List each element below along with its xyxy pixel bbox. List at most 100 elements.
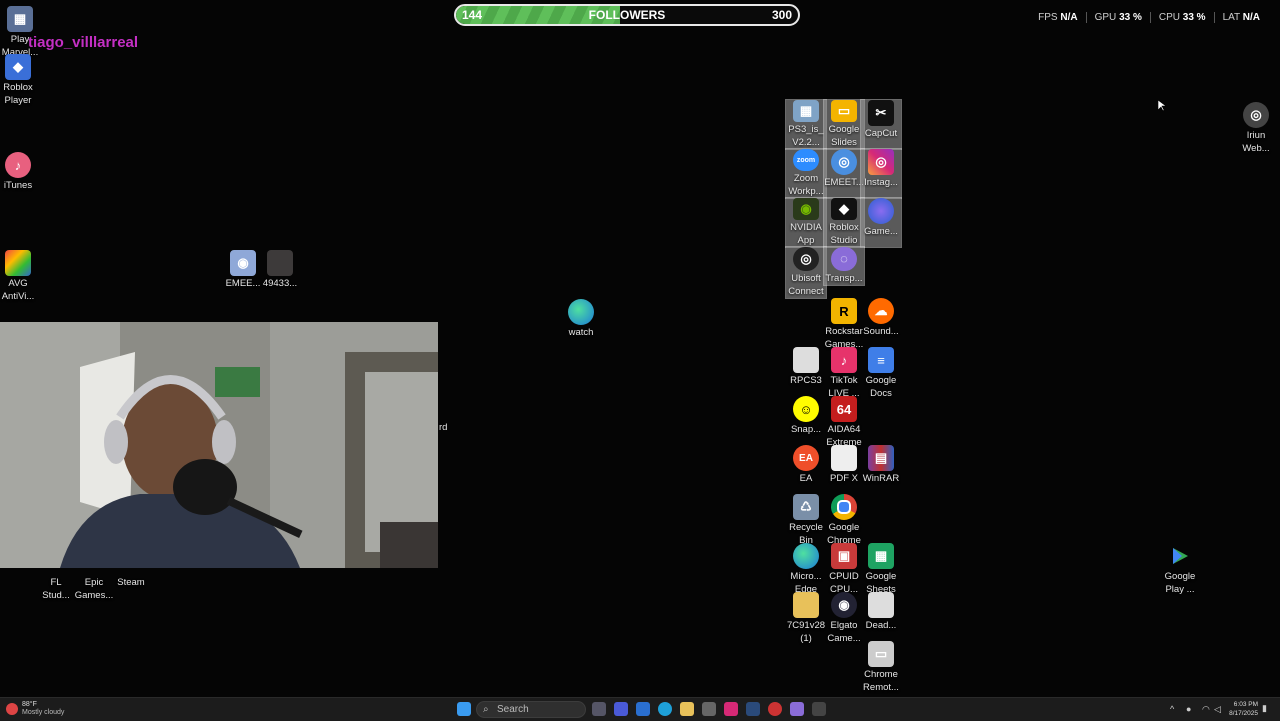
app-icon-1[interactable] (614, 702, 628, 716)
chrome-remote-shortcut[interactable]: ▭ Chrome Remot... (861, 641, 901, 694)
instagram-taskbar-icon[interactable] (724, 702, 738, 716)
transp-shortcut[interactable]: ◌ Transp... (823, 246, 865, 286)
itunes-shortcut[interactable]: ♪ iTunes (0, 152, 38, 193)
emeet-icon: ◉ (230, 250, 256, 276)
chrome-icon (831, 494, 857, 520)
roblox-player-shortcut[interactable]: ◆ Roblox Player (0, 54, 38, 107)
steam-shortcut[interactable]: Steam (111, 549, 151, 590)
google-chrome-shortcut[interactable]: Google Chrome (824, 494, 864, 547)
store-icon[interactable] (702, 702, 716, 716)
follower-goal-bar: 144 FOLLOWERS 300 (454, 4, 800, 26)
search-icon: ⌕ (483, 704, 489, 715)
emeet-shortcut-2[interactable]: ◎ EMEET... (823, 148, 865, 199)
stat-gpu: GPU 33 % (1085, 12, 1150, 23)
zoom-icon: zoom (793, 149, 819, 171)
streamer-username: tiago_villlarreal (28, 34, 139, 51)
play-marvel-shortcut[interactable]: ▦ Play Marvel... (0, 6, 40, 59)
iriun-webcam-shortcut[interactable]: ◎ Iriun Web... (1236, 102, 1276, 155)
start-button-icon[interactable] (457, 702, 471, 716)
game-icon (868, 198, 894, 224)
rpcs3-shortcut[interactable]: RPCS3 (786, 347, 826, 388)
edge-icon (568, 299, 594, 325)
steam-taskbar-icon[interactable] (746, 702, 760, 716)
app-icon-3[interactable] (790, 702, 804, 716)
google-slides-icon: ▭ (831, 100, 857, 122)
game-shortcut[interactable]: Game... (860, 197, 902, 248)
snapchat-icon: ☺ (793, 396, 819, 422)
emeet-shortcut-1[interactable]: ◉ EMEE... (223, 250, 263, 291)
rockstar-icon: R (831, 298, 857, 324)
google-sheets-shortcut[interactable]: ▦ Google Sheets (861, 543, 901, 596)
ps3-icon: ▦ (793, 100, 819, 122)
elgato-camera-shortcut[interactable]: ◉ Elgato Came... (824, 592, 864, 645)
tiktok-icon: ♪ (831, 347, 857, 373)
taskbar: 88°F Mostly cloudy ⌕ Search ^ ● ◠ ◁ 6:03… (0, 697, 1280, 721)
microsoft-edge-shortcut[interactable]: Micro... Edge (786, 543, 826, 596)
taskbar-clock[interactable]: 6:03 PM 8/17/2025 (1228, 700, 1258, 718)
cpuid-icon: ▣ (831, 543, 857, 569)
dead-shortcut[interactable]: Dead... (861, 592, 901, 633)
aida64-shortcut[interactable]: 64 AIDA64 Extreme (824, 396, 864, 449)
epic-games-icon (81, 549, 107, 575)
volume-icon[interactable]: ◁ (1214, 704, 1221, 715)
fl-studio-shortcut[interactable]: FL Stud... (36, 549, 76, 602)
microphone-icon[interactable]: ● (1186, 704, 1191, 714)
file-49433-shortcut[interactable]: 49433... (260, 250, 300, 291)
avg-shortcut[interactable]: AVG AntiVi... (0, 250, 38, 303)
tiktok-live-shortcut[interactable]: ♪ TikTok LIVE ... (824, 347, 864, 400)
folder-7c91v28-shortcut[interactable]: 7C91v28 (1) (786, 592, 826, 645)
app-icon-2[interactable] (636, 702, 650, 716)
itunes-icon: ♪ (5, 152, 31, 178)
stat-lat: LAT N/A (1213, 12, 1268, 23)
taskbar-search[interactable]: ⌕ Search (476, 701, 586, 718)
chevron-up-icon[interactable]: ^ (1170, 704, 1174, 714)
cpuid-shortcut[interactable]: ▣ CPUID CPU... (824, 543, 864, 596)
camera-icon: ◉ (831, 592, 857, 618)
edge-taskbar-icon[interactable] (658, 702, 672, 716)
rockstar-shortcut[interactable]: R Rockstar Games... (824, 298, 864, 351)
chrome-taskbar-icon[interactable] (768, 702, 782, 716)
ps3-shortcut[interactable]: ▦ PS3_is_ V2.2... (785, 99, 827, 150)
weather-widget[interactable]: 88°F Mostly cloudy (6, 701, 64, 717)
clock-date: 8/17/2025 (1229, 710, 1258, 717)
winrar-icon: ▤ (868, 445, 894, 471)
epic-games-shortcut[interactable]: Epic Games... (74, 549, 114, 602)
google-play-icon (1167, 543, 1193, 569)
google-sheets-icon: ▦ (868, 543, 894, 569)
task-view-icon[interactable] (592, 702, 606, 716)
roblox-icon: ◆ (5, 54, 31, 80)
zoom-shortcut[interactable]: zoom Zoom Workp... (785, 148, 827, 199)
edge-icon (793, 543, 819, 569)
snapchat-shortcut[interactable]: ☺ Snap... (786, 396, 826, 437)
watch-shortcut[interactable]: watch (561, 299, 601, 340)
google-play-shortcut[interactable]: Google Play ... (1160, 543, 1200, 596)
google-slides-shortcut[interactable]: ▭ Google Slides (823, 99, 865, 150)
winrar-shortcut[interactable]: ▤ WinRAR (861, 445, 901, 486)
notification-icon[interactable]: ▮ (1262, 703, 1267, 714)
instagram-shortcut[interactable]: ◎ Instag... (860, 148, 902, 199)
ubisoft-shortcut[interactable]: ◎ Ubisoft Connect (785, 246, 827, 299)
pdf-file-icon (831, 445, 857, 471)
wifi-icon[interactable]: ◠ (1202, 704, 1210, 715)
instagram-icon: ◎ (868, 149, 894, 175)
recycle-bin-shortcut[interactable]: ♺ Recycle Bin (786, 494, 826, 547)
ubisoft-icon: ◎ (793, 247, 819, 271)
image-file-icon (267, 250, 293, 276)
partial-icon-label: rd (439, 422, 448, 433)
roblox-studio-shortcut[interactable]: ◆ Roblox Studio (823, 197, 865, 248)
capcut-shortcut[interactable]: ✂ CapCut (860, 99, 902, 150)
fl-studio-icon (43, 549, 69, 575)
pdfx-shortcut[interactable]: PDF X (824, 445, 864, 486)
ea-icon: EA (793, 445, 819, 471)
ea-shortcut[interactable]: EA EA (786, 445, 826, 486)
capcut-icon: ✂ (868, 100, 894, 126)
soundcloud-shortcut[interactable]: ☁ Sound... (861, 298, 901, 339)
nvidia-shortcut[interactable]: ◉ NVIDIA App (785, 197, 827, 248)
webcam-icon: ◎ (1243, 102, 1269, 128)
google-docs-icon: ≡ (868, 347, 894, 373)
recycle-bin-icon: ♺ (793, 494, 819, 520)
app-icon-4[interactable] (812, 702, 826, 716)
google-docs-shortcut[interactable]: ≡ Google Docs (861, 347, 901, 400)
transp-icon: ◌ (831, 247, 857, 271)
file-explorer-icon[interactable] (680, 702, 694, 716)
